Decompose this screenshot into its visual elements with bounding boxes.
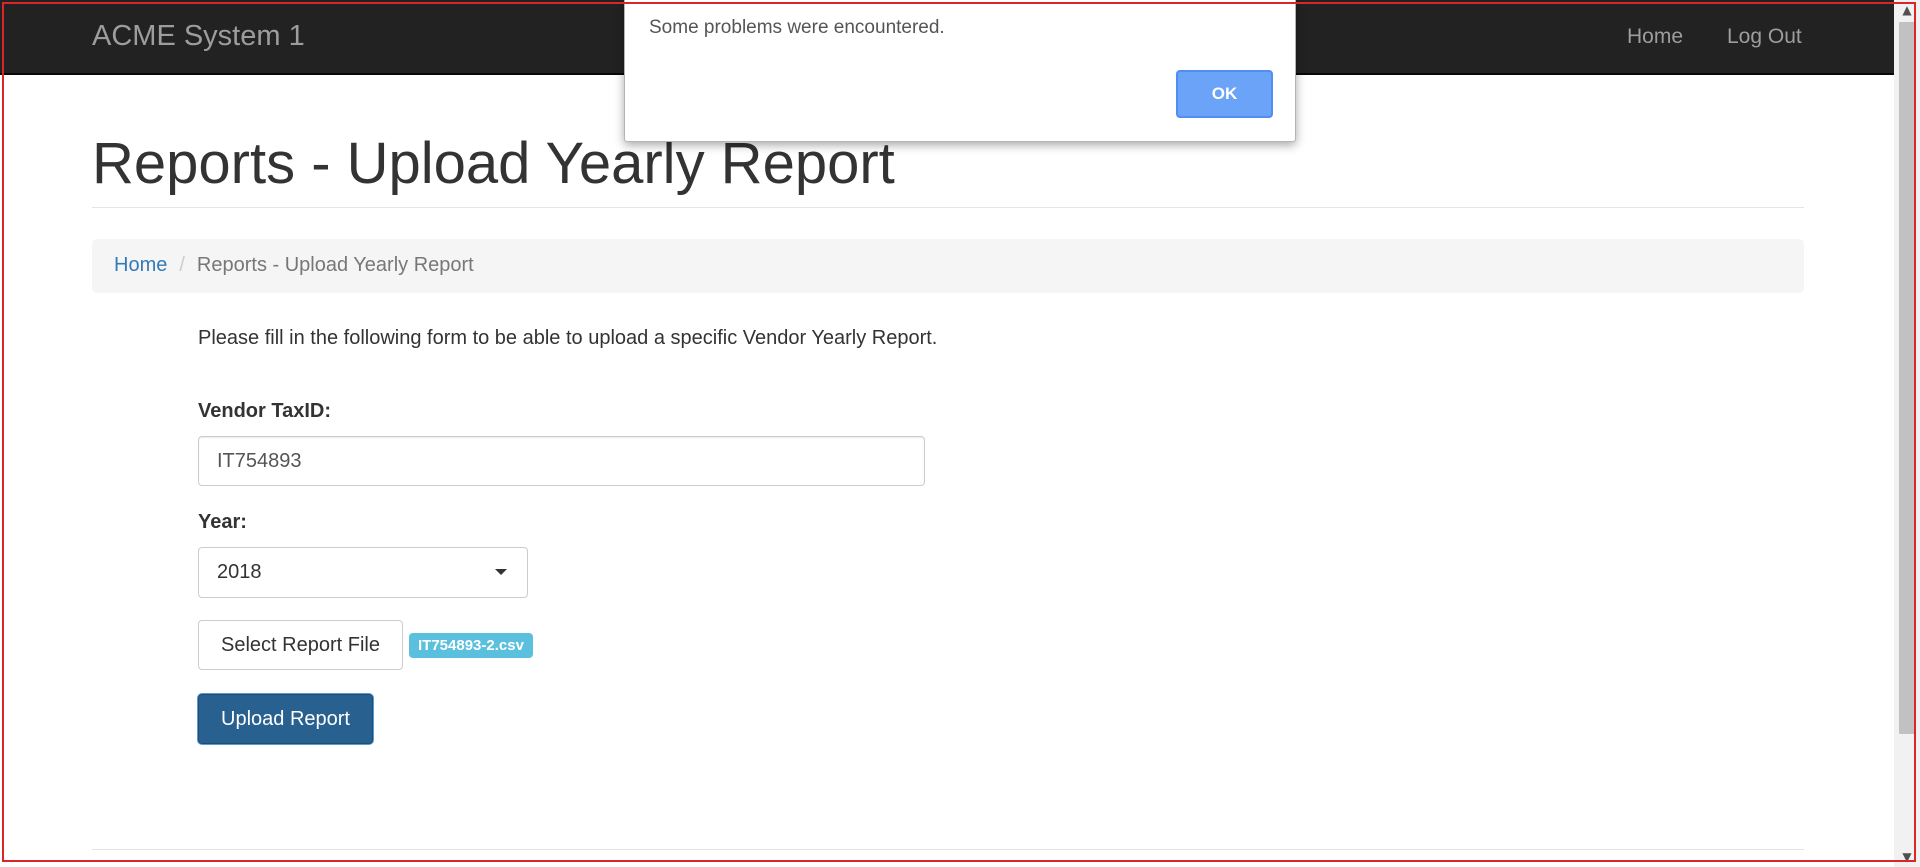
year-select[interactable]: 2018 [198,547,528,598]
year-label: Year: [198,511,247,533]
alert-dialog: Some problems were encountered. OK [624,0,1296,142]
vendor-taxid-input[interactable] [198,436,925,486]
form-intro-text: Please fill in the following form to be … [198,327,938,349]
select-report-file-button[interactable]: Select Report File [198,620,403,670]
scroll-down-arrow-icon[interactable]: ▼ [1894,847,1920,867]
nav-home-link[interactable]: Home [1627,25,1683,49]
breadcrumb-current: Reports - Upload Yearly Report [196,254,474,276]
title-divider [92,207,1804,208]
alert-message: Some problems were encountered. [649,17,945,38]
alert-ok-button[interactable]: OK [1176,70,1273,118]
brand-link[interactable]: ACME System 1 [92,20,305,53]
nav-logout-link[interactable]: Log Out [1727,25,1802,49]
breadcrumb-separator: / [179,254,185,276]
breadcrumb-home-link[interactable]: Home [114,254,167,276]
selected-file-badge: IT754893-2.csv [409,633,533,658]
upload-report-button[interactable]: Upload Report [198,694,373,744]
scrollbar-thumb[interactable] [1899,22,1915,734]
year-select-value: 2018 [217,561,262,583]
breadcrumb: Home / Reports - Upload Yearly Report [92,239,1804,293]
scroll-up-arrow-icon[interactable]: ▲ [1894,0,1920,20]
caret-down-icon [495,569,507,575]
vendor-taxid-label: Vendor TaxID: [198,400,331,422]
footer-divider [92,849,1804,850]
vertical-scrollbar[interactable]: ▲ ▼ [1894,0,1920,867]
